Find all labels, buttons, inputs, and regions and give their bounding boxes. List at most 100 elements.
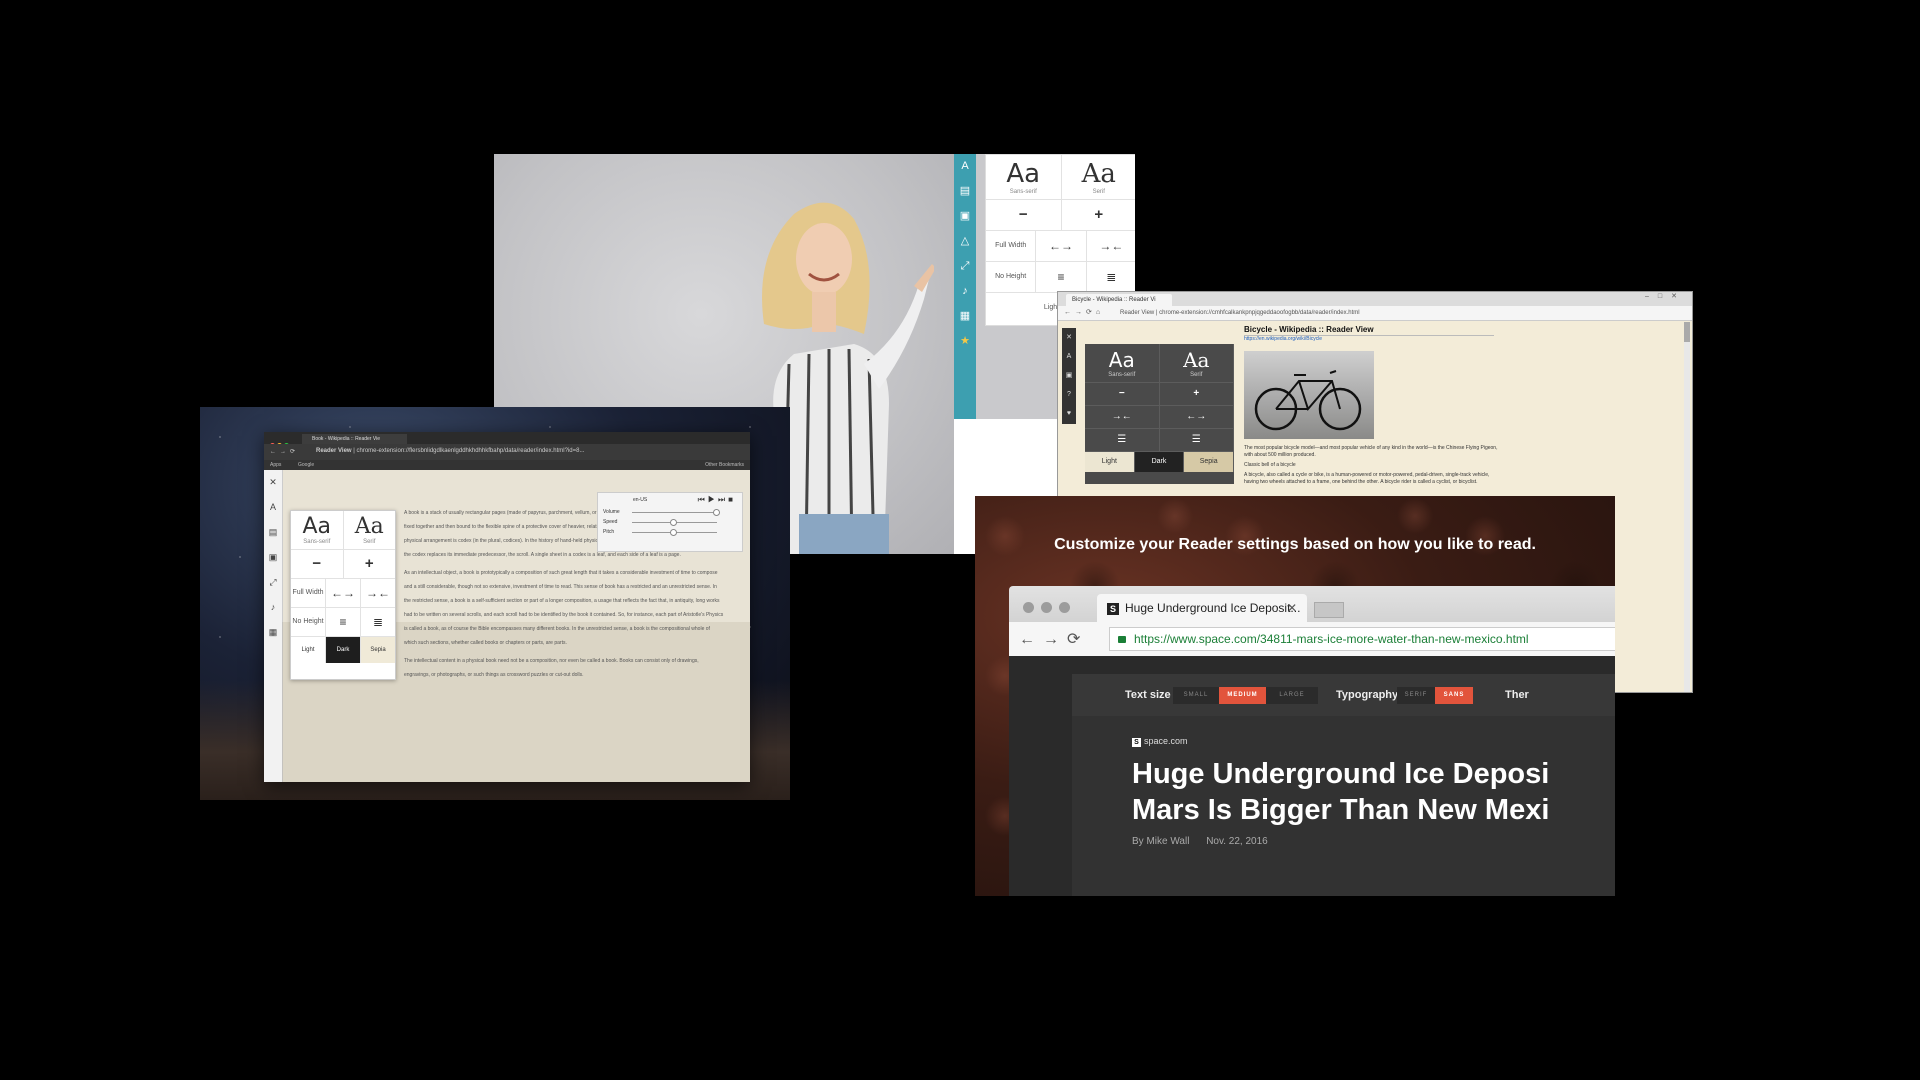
article-paragraph: The intellectual content in a physical b… xyxy=(404,658,699,678)
close-icon[interactable]: ✕ xyxy=(1062,328,1076,347)
article-para-2: A bicycle, also called a cycle or bike, … xyxy=(1244,472,1490,485)
align-left-icon[interactable]: ≡ xyxy=(326,608,361,636)
font-icon[interactable]: A xyxy=(1062,347,1076,366)
pitch-label: Pitch xyxy=(603,529,615,535)
font-sans-option[interactable]: Aa Sans-serif xyxy=(291,511,344,549)
nav-buttons[interactable]: ←→⟳⌂ xyxy=(1064,308,1104,316)
star-icon[interactable]: ★ xyxy=(954,329,976,354)
window-controls[interactable]: –□✕ xyxy=(1645,292,1686,300)
source-link[interactable]: https://en.wikipedia.org/wiki/Bicycle xyxy=(1244,336,1504,343)
fullscreen-icon[interactable]: ⤢ xyxy=(264,570,282,595)
promo-headline: Customize your Reader settings based on … xyxy=(1054,536,1536,553)
reader-side-toolbar: A ▤ ▣ △ ⤢ ♪ ▦ ★ xyxy=(954,154,976,419)
drive-icon[interactable]: △ xyxy=(954,229,976,254)
close-tab-icon[interactable]: ✕ xyxy=(1287,594,1297,622)
font-sans-option[interactable]: Aa Sans-serif xyxy=(1085,344,1160,382)
pitch-slider[interactable] xyxy=(670,529,677,536)
speaker-icon[interactable]: ♪ xyxy=(264,595,282,620)
font-icon[interactable]: A xyxy=(954,154,976,179)
theme-dark-option[interactable]: Dark xyxy=(326,637,361,663)
tab-space-article[interactable]: S Huge Underground Ice Deposit... ✕ xyxy=(1097,594,1307,622)
article-byline: By Mike Wall Nov. 22, 2016 xyxy=(1132,836,1282,847)
volume-label: Volume xyxy=(603,509,620,515)
width-expand-icon[interactable]: ←→ xyxy=(326,579,361,607)
no-height-label[interactable]: No Height xyxy=(291,608,326,636)
font-serif-option[interactable]: Aa Serif xyxy=(1160,344,1234,382)
url-field[interactable]: Reader View | chrome-extension://cmhfcal… xyxy=(1120,309,1620,317)
lock-icon xyxy=(1118,636,1126,644)
font-serif-option[interactable]: Aa Serif xyxy=(344,511,396,549)
line-height-decrease-icon[interactable]: ☰ xyxy=(1085,429,1160,451)
volume-slider[interactable] xyxy=(713,509,720,516)
page-viewport: Text size SMALL MEDIUM LARGE Typography … xyxy=(1009,656,1615,896)
bookmark-apps[interactable]: Apps xyxy=(270,462,281,468)
image-icon[interactable]: ▦ xyxy=(954,304,976,329)
close-icon[interactable]: ✕ xyxy=(264,470,282,495)
speaker-icon[interactable]: ♪ xyxy=(954,279,976,304)
type-sans-button[interactable]: SANS xyxy=(1435,687,1473,704)
tts-controls[interactable]: ⏮▶⏭■ xyxy=(698,493,736,507)
tab-bicycle[interactable]: Bicycle - Wikipedia :: Reader Vi xyxy=(1066,294,1172,306)
size-small-button[interactable]: SMALL xyxy=(1173,687,1219,704)
font-icon[interactable]: A xyxy=(264,495,282,520)
size-large-button[interactable]: LARGE xyxy=(1266,687,1318,704)
print-icon[interactable]: ▤ xyxy=(954,179,976,204)
image-icon[interactable]: ▦ xyxy=(264,620,282,645)
speed-slider[interactable] xyxy=(670,519,677,526)
new-tab-button[interactable] xyxy=(1314,602,1344,618)
decrease-font-button[interactable]: − xyxy=(986,200,1062,230)
align-left-icon[interactable]: ≡ xyxy=(1036,262,1087,292)
bookmark-other[interactable]: Other Bookmarks xyxy=(705,462,744,468)
align-justify-icon[interactable]: ≣ xyxy=(361,608,395,636)
scrollbar[interactable] xyxy=(1684,322,1690,692)
no-height-label[interactable]: No Height xyxy=(986,262,1037,292)
save-icon[interactable]: ▣ xyxy=(954,204,976,229)
address-bar: ←→⟳ https://www.space.com/34811-mars-ice… xyxy=(1009,622,1615,657)
increase-font-button[interactable]: + xyxy=(344,550,396,578)
tab-book[interactable]: Book - Wikipedia :: Reader Vie xyxy=(302,434,407,444)
theme-light-option[interactable]: Light xyxy=(291,637,326,663)
bookmark-google[interactable]: Google xyxy=(298,462,314,468)
print-icon[interactable]: ▤ xyxy=(264,520,282,545)
type-serif-button[interactable]: SERIF xyxy=(1397,687,1435,704)
space-favicon-icon: S xyxy=(1107,602,1119,615)
save-icon[interactable]: ▣ xyxy=(1062,366,1076,385)
size-medium-button[interactable]: MEDIUM xyxy=(1219,687,1266,704)
align-justify-icon[interactable]: ≣ xyxy=(1087,262,1135,292)
save-icon[interactable]: ▣ xyxy=(264,545,282,570)
fullscreen-icon[interactable]: ⤢ xyxy=(954,254,976,279)
window-traffic-lights[interactable] xyxy=(1023,600,1077,618)
image-caption: Classic bell of a bicycle xyxy=(1244,462,1296,468)
text-to-speech-panel: en-US ⏮▶⏭■ Volume Speed Pitch xyxy=(597,492,743,552)
theme-sepia-option[interactable]: Sepia xyxy=(1184,452,1235,472)
url-field[interactable]: https://www.space.com/34811-mars-ice-mor… xyxy=(1109,627,1615,651)
book-reader-window: Book - Wikipedia :: Reader Vie ←→⟳ Reade… xyxy=(264,432,750,782)
width-shrink-icon[interactable]: →← xyxy=(361,579,395,607)
theme-dark-option[interactable]: Dark xyxy=(1134,452,1185,472)
voice-select[interactable]: en-US xyxy=(633,497,647,503)
width-shrink-icon[interactable]: →← xyxy=(1087,231,1135,261)
full-width-label[interactable]: Full Width xyxy=(986,231,1037,261)
width-expand-icon[interactable]: ←→ xyxy=(1160,406,1234,428)
increase-font-button[interactable]: + xyxy=(1062,200,1136,230)
nav-buttons[interactable]: ←→⟳ xyxy=(270,448,299,455)
theme-light-option[interactable]: Light xyxy=(1085,452,1135,472)
heart-icon[interactable]: ♥ xyxy=(1062,404,1076,423)
reader-side-toolbar: ✕ A ▣ ? ♥ xyxy=(1062,328,1076,424)
line-height-increase-icon[interactable]: ☰ xyxy=(1160,429,1234,451)
full-width-label[interactable]: Full Width xyxy=(291,579,326,607)
decrease-font-button[interactable]: − xyxy=(1085,383,1160,405)
url-field[interactable]: Reader View | chrome-extension://flersbn… xyxy=(316,448,676,454)
speed-label: Speed xyxy=(603,519,618,525)
font-sans-option[interactable]: Aa Sans-serif xyxy=(986,155,1062,199)
theme-label: Ther xyxy=(1505,689,1529,701)
decrease-font-button[interactable]: − xyxy=(291,550,344,578)
nav-buttons[interactable]: ←→⟳ xyxy=(1019,629,1088,649)
increase-font-button[interactable]: + xyxy=(1160,383,1234,405)
help-icon[interactable]: ? xyxy=(1062,385,1076,404)
font-serif-option[interactable]: Aa Serif xyxy=(1062,155,1136,199)
width-expand-icon[interactable]: ←→ xyxy=(1036,231,1087,261)
width-shrink-icon[interactable]: →← xyxy=(1085,406,1160,428)
space-logo-icon: S xyxy=(1132,738,1141,747)
theme-sepia-option[interactable]: Sepia xyxy=(361,637,395,663)
